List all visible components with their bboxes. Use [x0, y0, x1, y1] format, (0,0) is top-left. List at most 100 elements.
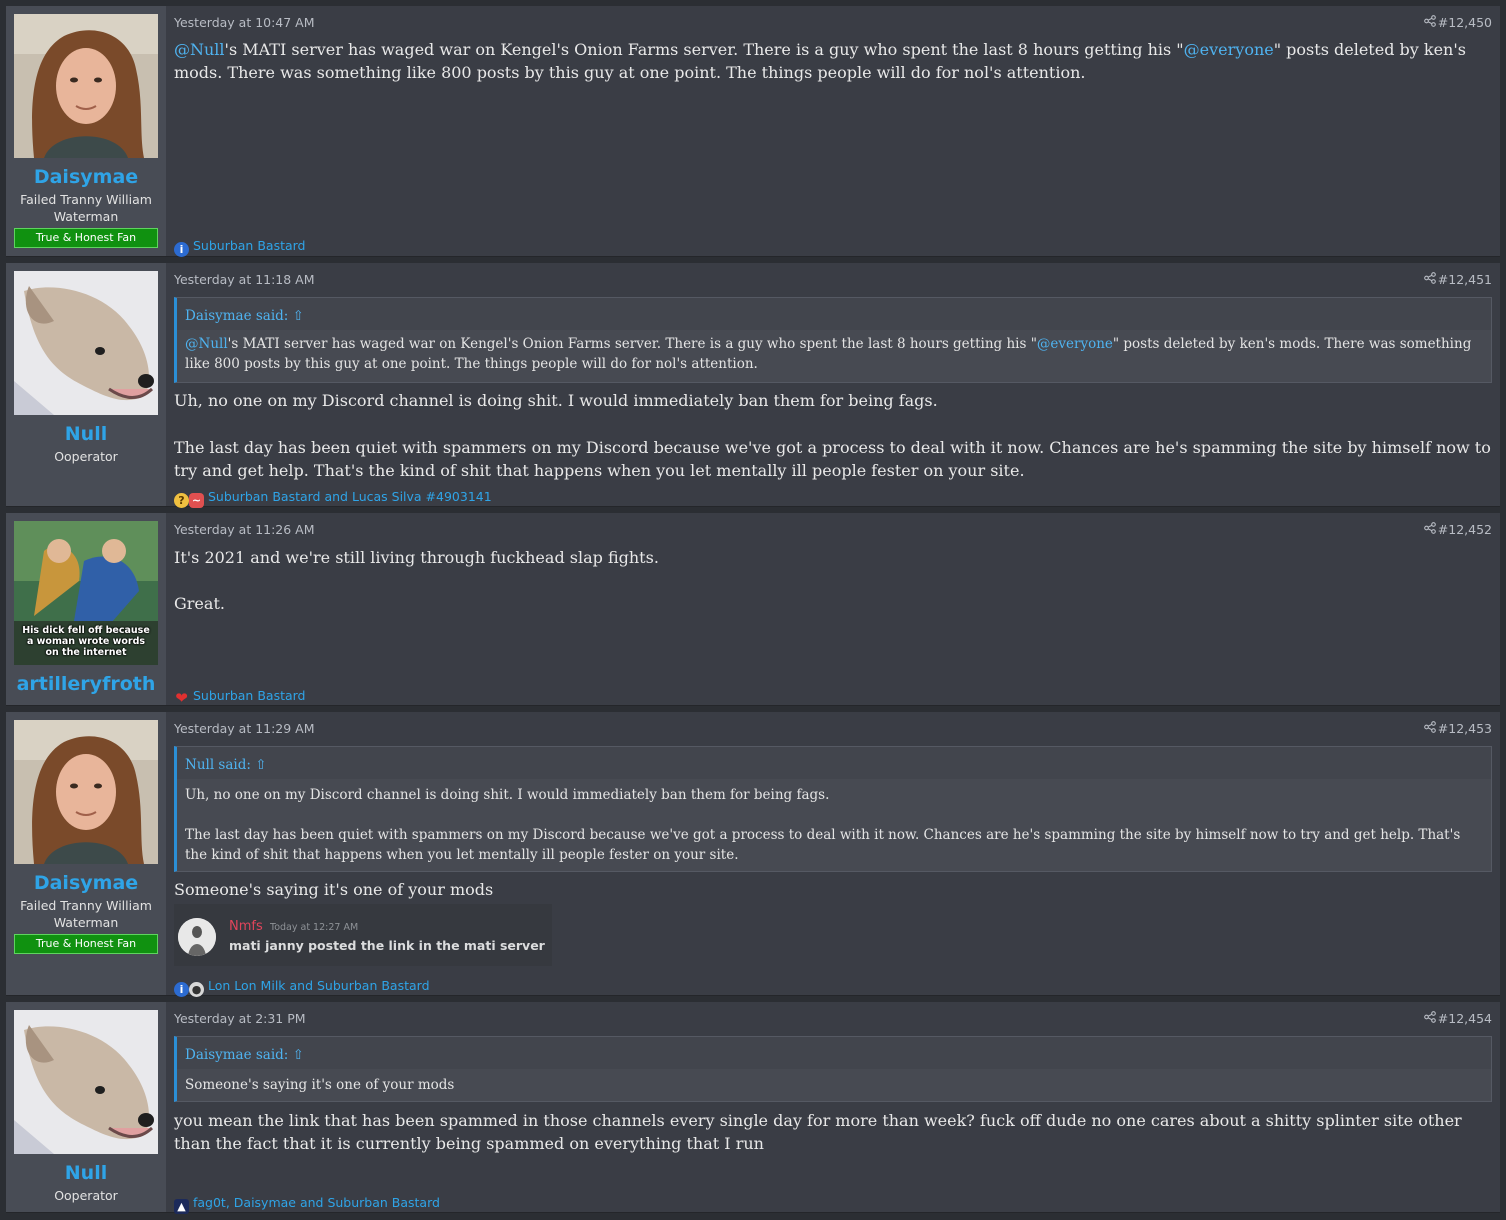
avatar[interactable] [14, 1010, 158, 1154]
user-title: Ooperator [54, 1188, 118, 1203]
user-title: Failed Tranny William Waterman [20, 192, 152, 224]
arrow-up-circle-icon[interactable]: ⇧ [293, 308, 304, 324]
user-sidebar: His dick fell off because a woman wrote … [6, 513, 166, 705]
quote-header[interactable]: Daisymae said: ⇧ [185, 1047, 304, 1063]
post-12450: Daisymae Failed Tranny William Waterman … [6, 6, 1500, 257]
post-12453: Daisymae Failed Tranny William Waterman … [6, 712, 1500, 997]
discord-screenshot: Nmfs Today at 12:27 AM mati janny posted… [174, 904, 552, 966]
avatar[interactable] [14, 14, 158, 158]
post-date[interactable]: Yesterday at 11:18 AM [174, 272, 315, 287]
post-meta: Yesterday at 11:29 AM #12,453 [174, 721, 1492, 739]
quote-body: Someone's saying it's one of your mods [177, 1069, 1491, 1101]
reactions-list[interactable]: Suburban Bastard [193, 238, 306, 253]
discord-message: mati janny posted the link in the mati s… [229, 938, 545, 953]
username[interactable]: artilleryfroth [6, 673, 166, 695]
post-paragraph: Someone's saying it's one of your mods [174, 880, 494, 899]
post-main: Yesterday at 11:18 AM #12,451 Daisymae s… [174, 263, 1492, 508]
post-body: Uh, no one on my Discord channel is doin… [174, 389, 1492, 482]
mention-link[interactable]: @everyone [1184, 40, 1274, 59]
quote-header[interactable]: Null said: ⇧ [185, 757, 267, 773]
post-12452: His dick fell off because a woman wrote … [6, 513, 1500, 706]
user-banner: True & Honest Fan [14, 934, 158, 954]
quote-body: Uh, no one on my Discord channel is doin… [177, 779, 1491, 871]
share-icon[interactable] [1424, 272, 1436, 287]
user-banner: True & Honest Fan [14, 228, 158, 248]
post-main: Yesterday at 11:29 AM #12,453 Null said:… [174, 712, 1492, 997]
reactions-bar[interactable]: i ● Lon Lon Milk and Suburban Bastard [174, 977, 430, 997]
avatar[interactable] [14, 720, 158, 864]
post-meta: Yesterday at 2:31 PM #12,454 [174, 1011, 1492, 1029]
arrow-up-circle-icon[interactable]: ⇧ [293, 1047, 304, 1063]
avatar-caption: His dick fell off because a woman wrote … [22, 625, 150, 658]
discord-username: Nmfs [229, 919, 263, 934]
post-meta: Yesterday at 11:26 AM #12,452 [174, 522, 1492, 540]
quote-header[interactable]: Daisymae said: ⇧ [185, 308, 304, 324]
top-hat-icon: ▲ [174, 1199, 189, 1214]
mention-link[interactable]: @Null [174, 40, 225, 59]
reactions-bar[interactable]: ? ~ Suburban Bastard and Lucas Silva #490… [174, 488, 492, 508]
rainbow-icon: ~ [189, 493, 204, 508]
post-12451: Null Ooperator Yesterday at 11:18 AM #12… [6, 263, 1500, 508]
post-main: Yesterday at 11:26 AM #12,452 It's 2021 … [174, 513, 1492, 707]
post-paragraph: Uh, no one on my Discord channel is doin… [174, 391, 938, 410]
post-number[interactable]: #12,450 [1438, 15, 1492, 30]
post-main: Yesterday at 2:31 PM #12,454 Daisymae sa… [174, 1002, 1492, 1214]
post-date[interactable]: Yesterday at 11:29 AM [174, 721, 315, 736]
post-date[interactable]: Yesterday at 2:31 PM [174, 1011, 306, 1026]
post-number[interactable]: #12,452 [1438, 522, 1492, 537]
reactions-list[interactable]: Lon Lon Milk and Suburban Bastard [208, 978, 430, 993]
reactions-bar[interactable]: i Suburban Bastard [174, 237, 306, 257]
info-icon: i [174, 242, 189, 257]
quote-block: Daisymae said: ⇧ @Null's MATI server has… [174, 297, 1492, 383]
reactions-list[interactable]: Suburban Bastard [193, 688, 306, 703]
arrow-up-circle-icon[interactable]: ⇧ [255, 757, 266, 773]
cow-icon: ● [189, 982, 204, 997]
quote-body: @Null's MATI server has waged war on Ken… [177, 330, 1491, 382]
post-body: @Null's MATI server has waged war on Ken… [174, 38, 1492, 84]
username[interactable]: Null [6, 1162, 166, 1184]
post-body: you mean the link that has been spammed … [174, 1109, 1492, 1155]
quote-block: Null said: ⇧ Uh, no one on my Discord ch… [174, 746, 1492, 872]
post-main: Yesterday at 10:47 AM #12,450 @Null's MA… [174, 6, 1492, 257]
info-icon: i [174, 982, 189, 997]
user-sidebar: Null Ooperator [6, 1002, 166, 1212]
avatar [178, 918, 216, 956]
heart-icon: ❤ [175, 689, 188, 707]
username[interactable]: Daisymae [6, 872, 166, 894]
user-sidebar: Null Ooperator [6, 263, 166, 506]
user-title: Ooperator [54, 449, 118, 464]
thinking-emoji-icon: ? [174, 493, 189, 508]
post-date[interactable]: Yesterday at 10:47 AM [174, 15, 315, 30]
avatar[interactable] [14, 271, 158, 415]
user-sidebar: Daisymae Failed Tranny William Waterman … [6, 712, 166, 995]
post-number[interactable]: #12,453 [1438, 721, 1492, 736]
mention-link[interactable]: @Null [185, 336, 228, 352]
post-paragraph: It's 2021 and we're still living through… [174, 548, 659, 567]
avatar[interactable]: His dick fell off because a woman wrote … [14, 521, 158, 665]
user-sidebar: Daisymae Failed Tranny William Waterman … [6, 6, 166, 256]
post-body: Someone's saying it's one of your mods [174, 878, 1492, 901]
post-body: It's 2021 and we're still living through… [174, 546, 1492, 615]
post-date[interactable]: Yesterday at 11:26 AM [174, 522, 315, 537]
post-paragraph: you mean the link that has been spammed … [174, 1111, 1462, 1153]
share-icon[interactable] [1424, 15, 1436, 30]
reactions-bar[interactable]: ❤ Suburban Bastard [174, 687, 306, 707]
reactions-list[interactable]: fag0t, Daisymae and Suburban Bastard [193, 1195, 440, 1210]
post-meta: Yesterday at 11:18 AM #12,451 [174, 272, 1492, 290]
post-meta: Yesterday at 10:47 AM #12,450 [174, 15, 1492, 33]
username[interactable]: Daisymae [6, 166, 166, 188]
post-paragraph: The last day has been quiet with spammer… [174, 438, 1491, 480]
post-text: 's MATI server has waged war on Kengel's… [224, 40, 1184, 59]
share-icon[interactable] [1424, 522, 1436, 537]
post-number[interactable]: #12,451 [1438, 272, 1492, 287]
share-icon[interactable] [1424, 1011, 1436, 1026]
username[interactable]: Null [6, 423, 166, 445]
post-paragraph: Great. [174, 594, 225, 613]
mention-link[interactable]: @everyone [1037, 336, 1113, 352]
quote-block: Daisymae said: ⇧ Someone's saying it's o… [174, 1036, 1492, 1102]
reactions-list[interactable]: Suburban Bastard and Lucas Silva #490314… [208, 489, 492, 504]
post-number[interactable]: #12,454 [1438, 1011, 1492, 1026]
share-icon[interactable] [1424, 721, 1436, 736]
discord-timestamp: Today at 12:27 AM [270, 922, 359, 933]
reactions-bar[interactable]: ▲ fag0t, Daisymae and Suburban Bastard [174, 1194, 440, 1214]
